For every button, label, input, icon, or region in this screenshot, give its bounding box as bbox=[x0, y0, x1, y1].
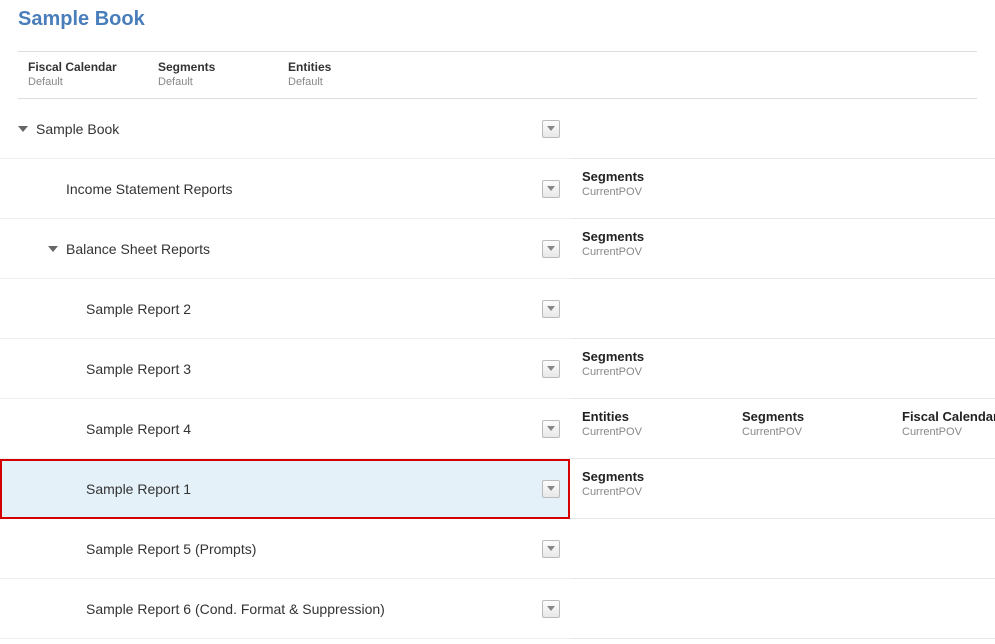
pov-row[interactable]: Segments CurrentPOV bbox=[570, 339, 995, 399]
pov-row bbox=[570, 519, 995, 579]
pov-row[interactable]: Segments CurrentPOV bbox=[570, 459, 995, 519]
tree-node-income-statement[interactable]: Income Statement Reports bbox=[0, 159, 570, 219]
filter-label: Fiscal Calendar bbox=[28, 60, 148, 74]
pov-value: CurrentPOV bbox=[582, 366, 742, 378]
pov-row bbox=[570, 579, 995, 639]
expand-icon[interactable] bbox=[48, 246, 58, 252]
filter-value: Default bbox=[158, 76, 278, 88]
tree-label: Income Statement Reports bbox=[66, 181, 233, 197]
pov-fiscal-calendar[interactable]: Fiscal Calendar CurrentPOV bbox=[902, 409, 995, 438]
chevron-down-icon bbox=[547, 306, 555, 311]
pov-row[interactable]: Segments CurrentPOV bbox=[570, 159, 995, 219]
tree-panel: Sample Book Income Statement Reports Bal… bbox=[0, 99, 570, 639]
tree-label: Sample Report 4 bbox=[86, 421, 191, 437]
chevron-down-icon bbox=[547, 606, 555, 611]
row-menu-button[interactable] bbox=[542, 420, 560, 438]
chevron-down-icon bbox=[547, 246, 555, 251]
filter-fiscal-calendar[interactable]: Fiscal Calendar Default bbox=[18, 60, 148, 88]
filter-value: Default bbox=[28, 76, 148, 88]
row-menu-button[interactable] bbox=[542, 180, 560, 198]
pov-label: Segments bbox=[742, 409, 902, 424]
tree-node-sample-report-4[interactable]: Sample Report 4 bbox=[0, 399, 570, 459]
pov-label: Segments bbox=[582, 469, 742, 484]
chevron-down-icon bbox=[547, 546, 555, 551]
pov-segments[interactable]: Segments CurrentPOV bbox=[582, 229, 742, 258]
tree-label: Sample Report 6 (Cond. Format & Suppress… bbox=[86, 601, 385, 617]
pov-row[interactable]: Entities CurrentPOV Segments CurrentPOV … bbox=[570, 399, 995, 459]
pov-row[interactable]: Segments CurrentPOV bbox=[570, 219, 995, 279]
page-title: Sample Book bbox=[0, 0, 995, 37]
filter-entities[interactable]: Entities Default bbox=[278, 60, 408, 88]
tree-label: Sample Report 2 bbox=[86, 301, 191, 317]
tree-label: Sample Report 5 (Prompts) bbox=[86, 541, 256, 557]
chevron-down-icon bbox=[547, 366, 555, 371]
pov-label: Segments bbox=[582, 169, 742, 184]
expand-icon[interactable] bbox=[18, 126, 28, 132]
row-menu-button[interactable] bbox=[542, 300, 560, 318]
pov-value: CurrentPOV bbox=[582, 426, 742, 438]
chevron-down-icon bbox=[547, 186, 555, 191]
pov-label: Segments bbox=[582, 229, 742, 244]
pov-segments[interactable]: Segments CurrentPOV bbox=[742, 409, 902, 438]
chevron-down-icon bbox=[547, 126, 555, 131]
pov-value: CurrentPOV bbox=[582, 486, 742, 498]
tree-label: Sample Book bbox=[36, 121, 119, 137]
main-content: Sample Book Income Statement Reports Bal… bbox=[0, 99, 977, 639]
chevron-down-icon bbox=[547, 486, 555, 491]
chevron-down-icon bbox=[547, 426, 555, 431]
row-menu-button[interactable] bbox=[542, 120, 560, 138]
row-menu-button[interactable] bbox=[542, 360, 560, 378]
pov-value: CurrentPOV bbox=[582, 186, 742, 198]
filter-label: Entities bbox=[288, 60, 408, 74]
tree-node-sample-report-6[interactable]: Sample Report 6 (Cond. Format & Suppress… bbox=[0, 579, 570, 639]
tree-node-sample-report-3[interactable]: Sample Report 3 bbox=[0, 339, 570, 399]
pov-row bbox=[570, 99, 995, 159]
tree-label: Sample Report 1 bbox=[86, 481, 191, 497]
tree-label: Balance Sheet Reports bbox=[66, 241, 210, 257]
filter-segments[interactable]: Segments Default bbox=[148, 60, 278, 88]
pov-segments[interactable]: Segments CurrentPOV bbox=[582, 469, 742, 498]
tree-node-sample-report-2[interactable]: Sample Report 2 bbox=[0, 279, 570, 339]
pov-segments[interactable]: Segments CurrentPOV bbox=[582, 349, 742, 378]
filter-value: Default bbox=[288, 76, 408, 88]
tree-label: Sample Report 3 bbox=[86, 361, 191, 377]
pov-panel: Segments CurrentPOV Segments CurrentPOV … bbox=[570, 99, 995, 639]
filter-label: Segments bbox=[158, 60, 278, 74]
tree-node-sample-report-5[interactable]: Sample Report 5 (Prompts) bbox=[0, 519, 570, 579]
pov-value: CurrentPOV bbox=[902, 426, 995, 438]
row-menu-button[interactable] bbox=[542, 240, 560, 258]
pov-label: Fiscal Calendar bbox=[902, 409, 995, 424]
pov-value: CurrentPOV bbox=[582, 246, 742, 258]
row-menu-button[interactable] bbox=[542, 600, 560, 618]
tree-node-root[interactable]: Sample Book bbox=[0, 99, 570, 159]
tree-node-balance-sheet[interactable]: Balance Sheet Reports bbox=[0, 219, 570, 279]
pov-value: CurrentPOV bbox=[742, 426, 902, 438]
row-menu-button[interactable] bbox=[542, 540, 560, 558]
tree-node-sample-report-1[interactable]: Sample Report 1 bbox=[0, 459, 570, 519]
pov-label: Entities bbox=[582, 409, 742, 424]
pov-row bbox=[570, 279, 995, 339]
pov-entities[interactable]: Entities CurrentPOV bbox=[582, 409, 742, 438]
row-menu-button[interactable] bbox=[542, 480, 560, 498]
pov-label: Segments bbox=[582, 349, 742, 364]
pov-segments[interactable]: Segments CurrentPOV bbox=[582, 169, 742, 198]
filter-bar: Fiscal Calendar Default Segments Default… bbox=[18, 51, 977, 99]
